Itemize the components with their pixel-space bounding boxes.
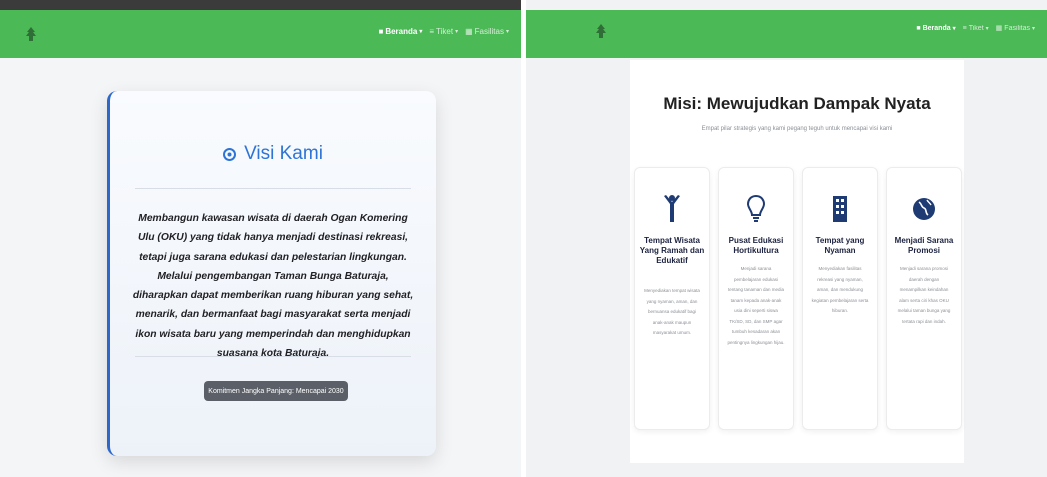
misi-title: Misi: Mewujudkan Dampak Nyata (663, 94, 931, 113)
misi-card-desc: Menjadi sarana promosi daerah dengan men… (897, 266, 951, 324)
misi-card-title: Menjadi Sarana Promosi (894, 236, 954, 255)
nav-item-fasilitas[interactable]: ▦ Fasilitas ▾ (995, 24, 1035, 33)
home-icon: ■ (916, 24, 921, 32)
misi-card: Tempat yang Nyaman Menyediakan fasilitas… (802, 167, 878, 430)
nav-item-beranda[interactable]: ■ Beranda ▾ (916, 24, 955, 32)
visi-heading: Visi Kami (110, 143, 436, 165)
nav-menu: ■ Beranda ▾ ≡ Tiket ▾ ▦ Fasilitas ▾ (916, 24, 1035, 33)
brand-logo-icon[interactable] (594, 23, 608, 41)
nav-item-tiket[interactable]: ≡ Tiket ▾ (429, 27, 458, 36)
building-icon (833, 196, 847, 222)
misi-card-title: Pusat Edukasi Hortikultura (728, 236, 784, 255)
lightbulb-icon (746, 194, 766, 222)
nav-label: Fasilitas (474, 27, 504, 36)
ticket-icon: ≡ (429, 27, 435, 36)
nav-label: Fasilitas (1004, 24, 1030, 32)
visi-title: Visi Kami (244, 143, 323, 164)
visi-text: Membangun kawasan wisata di daerah Ogan … (132, 213, 414, 360)
globe-icon (913, 198, 935, 220)
visi-screen: ■ Beranda ▾ ≡ Tiket ▾ ▦ Fasilitas ▾ Visi… (0, 0, 521, 477)
misi-card-title: Tempat yang Nyaman (815, 236, 865, 255)
navbar: ■ Beranda ▾ ≡ Tiket ▾ ▦ Fasilitas ▾ (0, 10, 521, 58)
misi-card-title: Tempat Wisata Yang Ramah dan Edukatif (639, 236, 705, 265)
nav-item-tiket[interactable]: ≡ Tiket ▾ (963, 24, 989, 32)
building-icon: ▦ (465, 27, 473, 36)
misi-card: Pusat Edukasi Hortikultura Menjadi saran… (718, 167, 794, 430)
misi-card-desc: Menjadi sarana pembelajaran edukasi tent… (727, 266, 785, 345)
misi-card-desc: Menyediakan fasilitas rekreasi yang nyam… (811, 266, 869, 313)
misi-panel: Misi: Mewujudkan Dampak Nyata Empat pila… (630, 60, 964, 463)
eye-icon (223, 147, 237, 161)
nav-item-beranda[interactable]: ■ Beranda ▾ (378, 27, 422, 36)
chevron-down-icon: ▾ (419, 29, 423, 35)
navbar: ■ Beranda ▾ ≡ Tiket ▾ ▦ Fasilitas ▾ (526, 10, 1047, 58)
nav-label: Tiket (968, 24, 984, 32)
misi-subtitle: Empat pilar strategis yang kami pegang t… (701, 126, 893, 132)
misi-card: Tempat Wisata Yang Ramah dan Edukatif Me… (634, 167, 710, 430)
chevron-down-icon: ▾ (1031, 25, 1035, 32)
person-icon (664, 195, 680, 222)
brand-logo-icon[interactable] (24, 26, 38, 44)
chevron-down-icon: ▾ (952, 25, 956, 32)
home-icon: ■ (378, 27, 384, 36)
misi-card-desc: Menyediakan tempat wisata yang nyaman, a… (644, 288, 700, 335)
nav-menu: ■ Beranda ▾ ≡ Tiket ▾ ▦ Fasilitas ▾ (378, 27, 509, 36)
window-top-edge (0, 0, 521, 10)
divider (135, 188, 411, 189)
chevron-down-icon: ▾ (985, 25, 989, 32)
misi-card: Menjadi Sarana Promosi Menjadi sarana pr… (886, 167, 962, 430)
nav-label: Beranda (385, 27, 418, 36)
misi-screen: ■ Beranda ▾ ≡ Tiket ▾ ▦ Fasilitas ▾ Misi… (526, 0, 1047, 477)
commitment-badge: Komitmen Jangka Panjang: Mencapai 2030 (204, 381, 348, 401)
chevron-down-icon: ▾ (455, 29, 459, 35)
divider (135, 356, 411, 357)
ticket-icon: ≡ (962, 24, 967, 32)
building-icon: ▦ (995, 25, 1003, 32)
nav-label: Tiket (436, 27, 454, 36)
nav-label: Beranda (922, 24, 951, 32)
chevron-down-icon: ▾ (505, 29, 509, 35)
visi-card: Visi Kami Membangun kawasan wisata di da… (107, 91, 436, 456)
nav-item-fasilitas[interactable]: ▦ Fasilitas ▾ (465, 27, 509, 36)
